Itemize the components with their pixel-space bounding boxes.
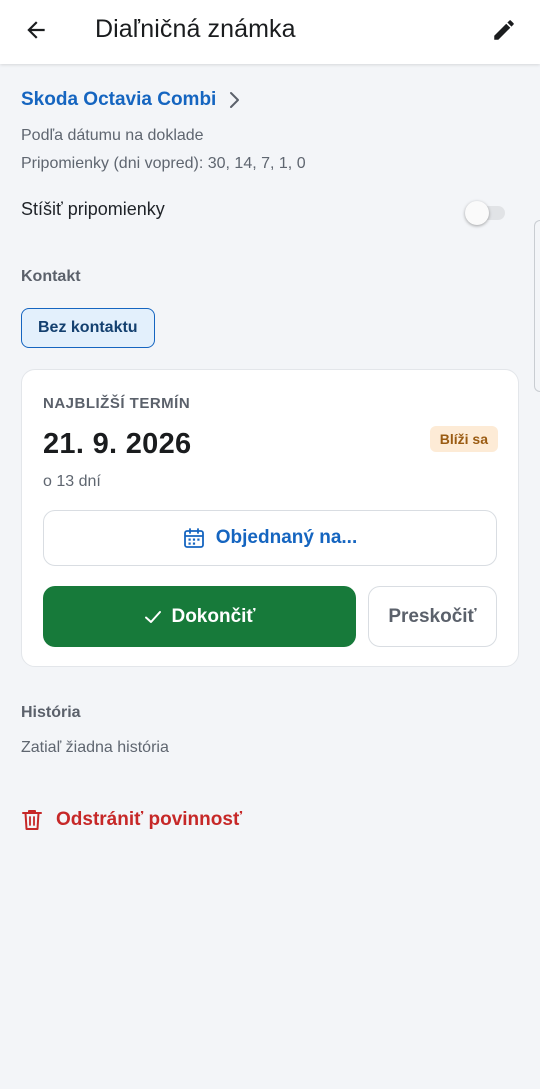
history-section-title: História <box>21 704 81 721</box>
delete-obligation-label: Odstrániť povinnosť <box>56 809 243 830</box>
contact-section-title: Kontakt <box>21 268 81 285</box>
days-remaining: o 13 dní <box>43 473 101 490</box>
edit-button[interactable] <box>484 12 524 52</box>
next-term-date: 21. 9. 2026 <box>43 428 192 460</box>
top-app-bar: Diaľničná známka <box>0 0 540 64</box>
reminders-text: Pripomienky (dni vopred): 30, 14, 7, 1, … <box>21 155 306 172</box>
history-empty-text: Zatiaľ žiadna história <box>21 739 169 756</box>
mute-reminders-toggle[interactable] <box>465 201 505 225</box>
ordered-on-button[interactable]: Objednaný na... <box>43 510 497 566</box>
next-term-caption: NAJBLIŽŠÍ TERMÍN <box>43 395 191 412</box>
vehicle-name: Skoda Octavia Combi <box>21 89 217 110</box>
arrow-left-icon <box>23 17 49 48</box>
back-button[interactable] <box>18 14 54 50</box>
ordered-on-label: Objednaný na... <box>215 527 358 548</box>
pencil-icon <box>491 17 517 48</box>
mute-reminders-label: Stíšiť pripomienky <box>21 199 165 219</box>
status-badge: Blíži sa <box>429 426 498 452</box>
toggle-thumb <box>465 201 489 225</box>
next-term-card: NAJBLIŽŠÍ TERMÍN 21. 9. 2026 Blíži sa o … <box>21 369 519 667</box>
delete-obligation-button[interactable]: Odstrániť povinnosť <box>21 808 242 832</box>
complete-label: Dokončiť <box>171 605 256 627</box>
no-contact-chip[interactable]: Bez kontaktu <box>21 308 155 348</box>
calendar-icon <box>183 527 205 549</box>
trash-icon <box>21 808 43 832</box>
edge-panel-handle[interactable] <box>534 220 540 392</box>
skip-button[interactable]: Preskočiť <box>368 586 497 647</box>
page-title: Diaľničná známka <box>95 15 296 43</box>
mute-reminders-row: Stíšiť pripomienky <box>21 199 505 225</box>
chevron-right-icon <box>226 91 242 109</box>
date-basis-text: Podľa dátumu na doklade <box>21 127 204 144</box>
vehicle-link[interactable]: Skoda Octavia Combi <box>21 89 242 111</box>
complete-button[interactable]: Dokončiť <box>43 586 356 647</box>
check-icon <box>143 607 163 627</box>
